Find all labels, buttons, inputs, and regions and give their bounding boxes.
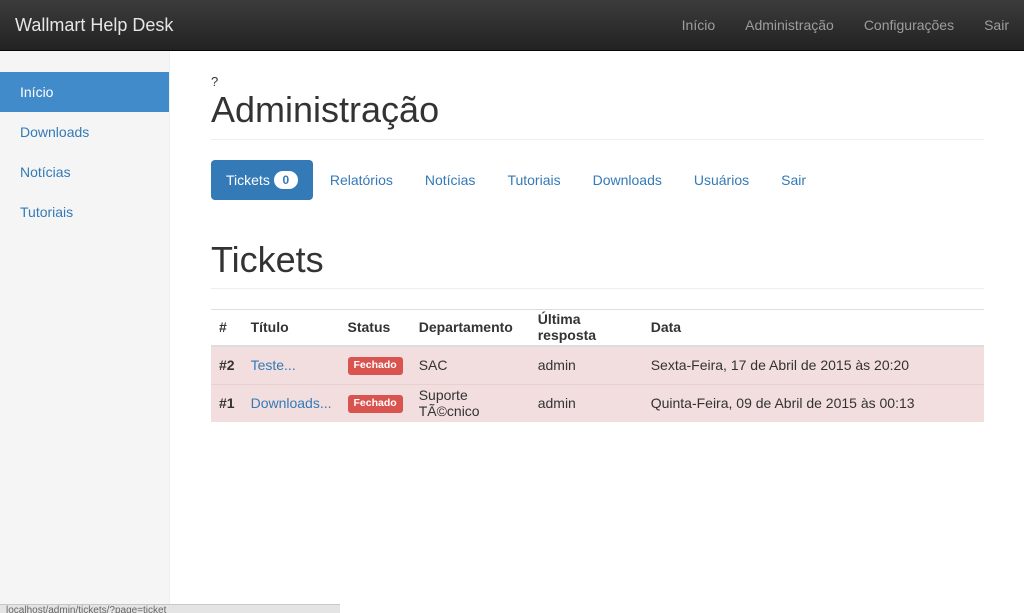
nav-link-inicio[interactable]: Início bbox=[667, 0, 730, 51]
sidebar-item-inicio[interactable]: Início bbox=[0, 72, 169, 112]
tab-relatorios[interactable]: Relatórios bbox=[315, 160, 408, 200]
ticket-number: #1 bbox=[211, 383, 243, 422]
ticket-date: Quinta-Feira, 09 de Abril de 2015 às 00:… bbox=[642, 383, 984, 422]
column-header-title: Título bbox=[242, 309, 340, 347]
divider bbox=[211, 139, 984, 140]
ticket-number: #2 bbox=[211, 345, 243, 384]
ticket-department: Suporte TÃ©cnico bbox=[410, 383, 530, 422]
tickets-count-badge: 0 bbox=[273, 171, 298, 189]
column-header-last-reply: Última resposta bbox=[529, 309, 643, 347]
column-header-date: Data bbox=[642, 309, 984, 347]
section-title: Tickets bbox=[211, 239, 324, 280]
tickets-table: # Título Status Departamento Última resp… bbox=[211, 309, 984, 422]
page-title: Administração bbox=[211, 89, 440, 130]
nav-link-sair[interactable]: Sair bbox=[969, 0, 1024, 51]
column-header-number: # bbox=[211, 309, 243, 347]
sidebar: Início Downloads Notícias Tutoriais bbox=[0, 51, 170, 613]
ticket-title-link[interactable]: Downloads... bbox=[251, 395, 332, 411]
top-navbar: Wallmart Help Desk Início Administração … bbox=[0, 0, 1024, 51]
tab-sair[interactable]: Sair bbox=[766, 160, 821, 200]
tab-tutoriais[interactable]: Tutoriais bbox=[492, 160, 575, 200]
column-header-status: Status bbox=[339, 309, 411, 347]
sidebar-item-noticias[interactable]: Notícias bbox=[0, 152, 169, 192]
tab-tickets-label: Tickets bbox=[226, 172, 270, 188]
brand-title[interactable]: Wallmart Help Desk bbox=[15, 15, 173, 36]
table-header-row: # Título Status Departamento Última resp… bbox=[211, 309, 984, 347]
divider bbox=[211, 288, 984, 289]
ticket-last-reply: admin bbox=[529, 383, 643, 422]
tab-tickets[interactable]: Tickets 0 bbox=[211, 160, 313, 200]
ticket-last-reply: admin bbox=[529, 345, 643, 384]
tab-usuarios[interactable]: Usuários bbox=[679, 160, 764, 200]
nav-link-administracao[interactable]: Administração bbox=[730, 0, 849, 51]
tab-noticias[interactable]: Notícias bbox=[410, 160, 491, 200]
ticket-date: Sexta-Feira, 17 de Abril de 2015 às 20:2… bbox=[642, 345, 984, 384]
admin-tabs: Tickets 0 Relatórios Notícias Tutoriais D… bbox=[211, 160, 823, 200]
ticket-department: SAC bbox=[410, 345, 530, 384]
browser-status-bar: localhost/admin/tickets/?page=ticket bbox=[0, 604, 340, 613]
status-badge: Fechado bbox=[347, 395, 403, 413]
sidebar-item-downloads[interactable]: Downloads bbox=[0, 112, 169, 152]
sidebar-item-tutoriais[interactable]: Tutoriais bbox=[0, 192, 169, 232]
table-row: #2 Teste... Fechado SAC admin Sexta-Feir… bbox=[211, 345, 984, 384]
tab-downloads[interactable]: Downloads bbox=[578, 160, 677, 200]
ticket-title-link[interactable]: Teste... bbox=[251, 357, 296, 373]
table-row: #1 Downloads... Fechado Suporte TÃ©cnico… bbox=[211, 383, 984, 422]
top-nav-links: Início Administração Configurações Sair bbox=[667, 0, 1024, 51]
nav-link-configuracoes[interactable]: Configurações bbox=[849, 0, 969, 51]
status-badge: Fechado bbox=[347, 357, 403, 375]
column-header-department: Departamento bbox=[410, 309, 530, 347]
